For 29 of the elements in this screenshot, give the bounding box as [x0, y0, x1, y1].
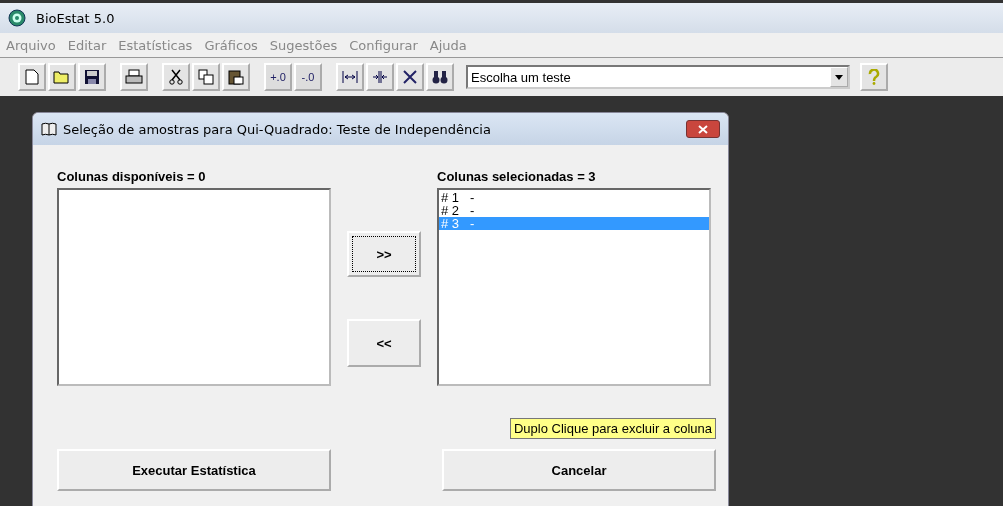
narrow-column-icon[interactable]: [366, 63, 394, 91]
run-button[interactable]: Executar Estatística: [57, 449, 331, 491]
tooltip: Duplo Clique para excluir a coluna: [510, 418, 716, 439]
open-folder-icon[interactable]: [48, 63, 76, 91]
selected-columns-label: Colunas selecionadas = 3: [437, 169, 597, 184]
delete-x-icon[interactable]: [396, 63, 424, 91]
test-select[interactable]: Escolha um teste: [466, 65, 850, 89]
widen-column-icon[interactable]: [336, 63, 364, 91]
scissors-icon[interactable]: [162, 63, 190, 91]
dialog-title: Seleção de amostras para Qui-Quadrado: Teste de Independência: [63, 121, 491, 137]
remove-button[interactable]: <<: [347, 319, 421, 367]
printer-icon[interactable]: [120, 63, 148, 91]
close-button[interactable]: [686, 120, 720, 138]
app-logo-icon: [8, 9, 26, 27]
binoculars-icon[interactable]: [426, 63, 454, 91]
new-file-icon[interactable]: [18, 63, 46, 91]
copy-icon[interactable]: [192, 63, 220, 91]
available-columns-label: Colunas disponíveis = 0: [57, 169, 207, 184]
list-item[interactable]: # 2 -: [439, 204, 709, 217]
decimal-button[interactable]: +.0: [264, 63, 292, 91]
paste-icon[interactable]: [222, 63, 250, 91]
book-icon: [41, 122, 57, 136]
decimal-button[interactable]: -.0: [294, 63, 322, 91]
cancel-button[interactable]: Cancelar: [442, 449, 716, 491]
add-button[interactable]: >>: [347, 231, 421, 277]
save-icon[interactable]: [78, 63, 106, 91]
list-item[interactable]: # 1 -: [439, 191, 709, 204]
window-title: BioEstat 5.0: [36, 10, 115, 26]
close-icon[interactable]: [698, 124, 708, 134]
